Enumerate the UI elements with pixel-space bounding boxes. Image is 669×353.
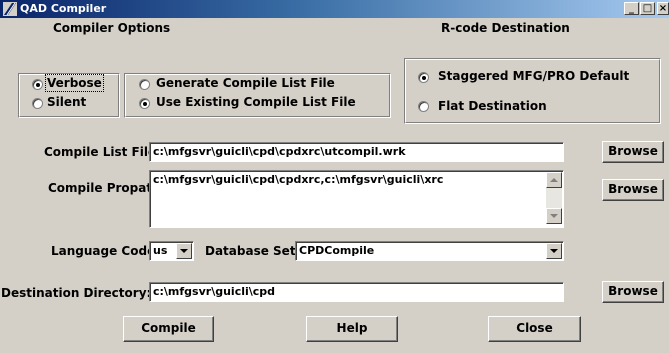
scroll-down-icon	[550, 214, 558, 218]
maximize-button[interactable]: □	[640, 2, 655, 15]
compile-list-file-input[interactable]: c:\mfgsvr\guicli\cpd\cpdxrc\utcompil.wrk	[149, 142, 564, 162]
scroll-down-button[interactable]	[546, 208, 562, 224]
flat-destination-label[interactable]: Flat Destination	[438, 99, 547, 113]
language-code-dropdown-button[interactable]	[176, 243, 192, 259]
database-set-value: CPDCompile	[299, 244, 375, 257]
language-code-label: Language Code:	[51, 244, 161, 258]
scroll-up-icon	[550, 178, 558, 182]
generate-list-label[interactable]: Generate Compile List File	[156, 76, 335, 90]
destination-directory-label: Destination Directory:	[1, 286, 152, 300]
help-button[interactable]: Help	[306, 316, 398, 342]
destination-browse-button[interactable]: Browse	[602, 281, 664, 303]
compile-propath-browse-button[interactable]: Browse	[602, 179, 664, 201]
chevron-down-icon	[180, 249, 188, 253]
close-window-button[interactable]: ×	[657, 2, 669, 15]
close-icon: ×	[658, 3, 668, 14]
generate-list-radio[interactable]	[139, 79, 150, 90]
verbose-radio[interactable]	[32, 79, 43, 90]
scroll-up-button[interactable]	[546, 172, 562, 188]
compile-propath-text: c:\mfgsvr\guicli\cpd\cpdxrc,c:\mfgsvr\gu…	[153, 173, 444, 186]
compile-propath-label: Compile Propath:	[48, 181, 166, 195]
silent-radio[interactable]	[32, 98, 43, 109]
rcode-destination-heading: R-code Destination	[441, 21, 570, 35]
database-set-label: Database Set:	[205, 244, 301, 258]
flat-destination-radio[interactable]	[418, 101, 429, 112]
compile-button[interactable]: Compile	[123, 316, 214, 342]
window-title: QAD Compiler	[20, 2, 107, 15]
database-set-dropdown-button[interactable]	[546, 243, 562, 259]
minimize-icon: _	[629, 3, 634, 14]
staggered-label[interactable]: Staggered MFG/PRO Default	[438, 69, 629, 83]
compile-list-file-label: Compile List File:	[44, 145, 161, 159]
destination-directory-input[interactable]: c:\mfgsvr\guicli\cpd	[149, 282, 564, 302]
language-code-value: us	[153, 244, 168, 257]
silent-label[interactable]: Silent	[47, 95, 86, 109]
chevron-down-icon	[550, 249, 558, 253]
database-set-select[interactable]: CPDCompile	[295, 241, 564, 261]
language-code-select[interactable]: us	[149, 241, 194, 261]
compile-list-browse-button[interactable]: Browse	[602, 141, 664, 163]
minimize-button[interactable]: _	[624, 2, 639, 15]
app-icon	[3, 2, 17, 16]
use-existing-list-radio[interactable]	[139, 98, 150, 109]
title-bar: QAD Compiler _ □ ×	[0, 0, 669, 18]
verbose-label[interactable]: Verbose	[45, 74, 104, 92]
compile-propath-textarea[interactable]: c:\mfgsvr\guicli\cpd\cpdxrc,c:\mfgsvr\gu…	[149, 170, 564, 228]
compiler-options-heading: Compiler Options	[53, 21, 171, 35]
propath-scrollbar[interactable]	[546, 172, 562, 224]
close-button[interactable]: Close	[488, 316, 581, 342]
maximize-icon: □	[642, 3, 653, 14]
use-existing-list-label[interactable]: Use Existing Compile List File	[156, 95, 356, 109]
staggered-radio[interactable]	[418, 72, 429, 83]
rcode-destination-group	[404, 58, 661, 124]
